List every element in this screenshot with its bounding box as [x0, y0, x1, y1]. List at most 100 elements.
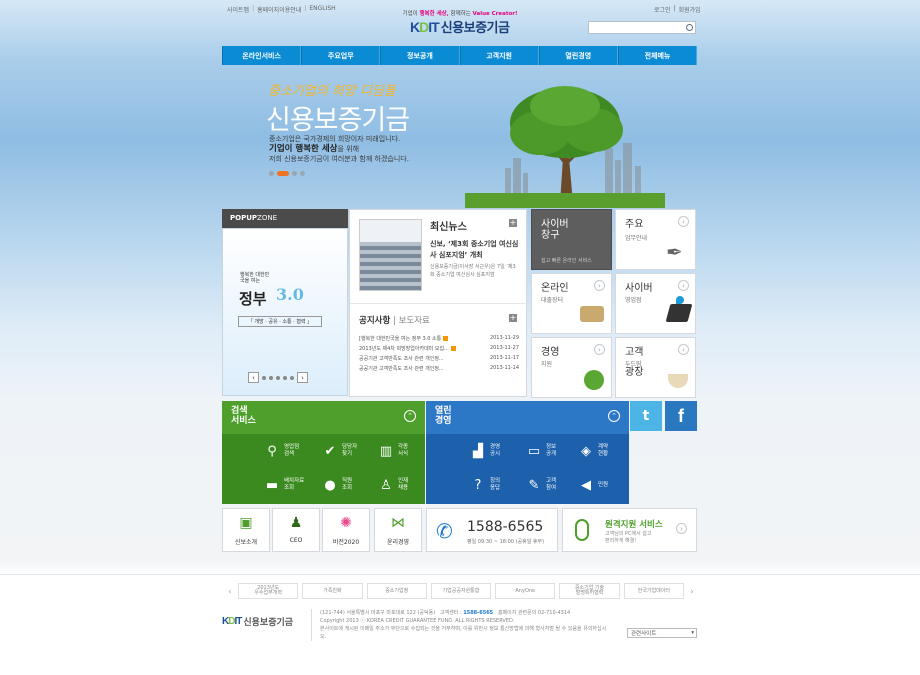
panel-title: 검색 서비스 [231, 406, 256, 426]
nav-open-management[interactable]: 열린경영 [538, 46, 618, 65]
slide-dot-active[interactable] [277, 171, 289, 176]
english-link[interactable]: ENGLISH [309, 5, 335, 14]
search-branch[interactable]: ⚲ 영업점 검색 [264, 443, 299, 459]
slide-dot[interactable] [292, 171, 297, 176]
notice-more-button[interactable]: + [509, 314, 517, 322]
notice-tabs: 공지사항 | 보도자료 [359, 316, 430, 326]
customer-participation[interactable]: ✎ 고객 참여 [526, 477, 557, 493]
popup-prev-button[interactable]: ‹ [248, 372, 259, 383]
user-links: 로그인 | 회원가입 [654, 5, 701, 14]
monitor-icon: ▭ [527, 443, 541, 459]
banner-link[interactable]: 기업공공자원통합 [430, 583, 492, 599]
staff-icon: ● [324, 477, 336, 493]
info-disclosure[interactable]: ▭ 정보 공개 [526, 443, 556, 459]
recruit-icon: ♙ [380, 477, 392, 493]
qa[interactable]: ? 칭의 응답 [470, 477, 501, 493]
popup-kicker: 행복한 대한민국을 여는 [240, 272, 270, 284]
remote-support[interactable]: 원격지원 서비스 고객님의 PC에서 쉽고 편리하게 해결! › [562, 508, 697, 552]
search-icon[interactable] [686, 24, 693, 31]
list-item[interactable]: [행복한 대한민국을 여는 정부 3.0 소통 2013-11-29 [359, 333, 519, 343]
quick-ceo[interactable]: ♟ CEO [272, 508, 320, 552]
list-item[interactable]: 2013년도 제4차 희망장업아카데미 모집... 2013-11-27 [359, 343, 519, 353]
popup-dot[interactable] [290, 375, 294, 380]
popup-zone-header: POPUPZONE [222, 209, 348, 228]
popup-dot[interactable] [283, 375, 287, 380]
tree-illustration-icon [465, 86, 665, 208]
arrow-right-icon: › [678, 280, 689, 291]
find-manager[interactable]: ✔ 담당자 찾기 [322, 443, 358, 459]
nav-online-service[interactable]: 온라인서비스 [222, 46, 302, 65]
tile-cyber-window[interactable]: 사이버 창구 쉽고 빠른 온라인 서비스 [531, 209, 612, 270]
arrow-right-icon: › [678, 216, 689, 227]
news-photo[interactable] [359, 219, 422, 291]
banner-link[interactable]: 2013년도 우수업무개혁 [238, 583, 299, 599]
civil-complaint[interactable]: ◀ 민원 [578, 477, 608, 493]
list-item[interactable]: 공공기관 고객만족도 조사 관련 개인정... 2013-11-14 [359, 363, 519, 373]
staff-lookup[interactable]: ● 직원 조회 [322, 477, 352, 493]
hero-slide-indicator [269, 171, 305, 176]
guide-link[interactable]: 홈페이지이용안내 [257, 5, 301, 14]
nav-all-menu[interactable]: 전체메뉴 [617, 46, 698, 65]
sitemap-link[interactable]: 사이트맵 [227, 5, 249, 14]
collapse-icon[interactable]: ⌃ [404, 410, 416, 422]
quick-vision[interactable]: ✺ 비전2020 [322, 508, 370, 552]
call-center[interactable]: ✆ 1588-6565 평일 09:30 ~ 18:00 (공휴일 휴무) [426, 508, 558, 552]
doc-badge-icon: ▣ [239, 515, 253, 531]
popup-dot[interactable] [269, 375, 273, 380]
banner-link[interactable]: 가족친화 [302, 583, 363, 599]
qa-icon: ? [474, 477, 482, 493]
banner-next-button[interactable]: › [688, 583, 696, 599]
slide-dot[interactable] [300, 171, 305, 176]
banner-link[interactable]: 한국기업데이터 [623, 583, 684, 599]
recruitment[interactable]: ♙ 인재 채용 [378, 477, 408, 493]
tile-main-business[interactable]: 주요 업무안내 › ✒ [615, 209, 696, 270]
remote-desc: 고객님의 PC에서 쉽고 편리하게 해결! [605, 531, 652, 544]
news-title[interactable]: 신보, ‘제3회 중소기업 여신심사 심포지엄’ 개최 [430, 239, 520, 261]
popup-dot[interactable] [276, 375, 280, 380]
search-input[interactable] [588, 21, 696, 34]
new-badge-icon [450, 345, 456, 351]
tab-press[interactable]: 보도자료 [399, 316, 430, 326]
login-link[interactable]: 로그인 [654, 5, 671, 14]
search-service-panel: 검색 서비스 ⌃ ⚲ 영업점 검색 ✔ 담당자 찾기 ▥ 각종 서식 ▬ 배치자료 조회… [222, 401, 425, 504]
slide-dot[interactable] [269, 171, 274, 176]
document-icon: ◈ [581, 443, 591, 459]
banner-prev-button[interactable]: ‹ [226, 583, 234, 599]
contract-status[interactable]: ◈ 계약 현황 [578, 443, 608, 459]
new-badge-icon [443, 335, 449, 341]
related-sites-select[interactable]: 관련사이트 ▾ [627, 628, 697, 638]
batch-data-lookup[interactable]: ▬ 배치자료 조회 [264, 477, 304, 493]
nav-info-disclosure[interactable]: 정보공개 [380, 46, 460, 65]
nav-main-business[interactable]: 주요업무 [301, 46, 381, 65]
banner-link[interactable]: 중소기업청 [366, 583, 427, 599]
quick-ethics[interactable]: ⋈ 윤리경영 [374, 508, 422, 552]
call-number: 1588-6565 [467, 519, 544, 535]
popup-next-button[interactable]: › [297, 372, 308, 383]
tab-notice[interactable]: 공지사항 [359, 316, 390, 326]
join-link[interactable]: 회원가입 [679, 5, 701, 14]
arrow-right-icon: › [594, 344, 605, 355]
twitter-icon[interactable]: t [630, 401, 662, 431]
tile-cyber-branch[interactable]: 사이버 영업점 › [615, 273, 696, 334]
nav-customer-support[interactable]: 고객지원 [459, 46, 539, 65]
footer-banners: ‹ 2013년도 우수업무개혁 가족친화 중소기업청 기업공공자원통합 AnyO… [226, 582, 696, 600]
list-item[interactable]: 공공기관 고객만족도 조사 관련 개인정... 2013-11-17 [359, 353, 519, 363]
banner-link[interactable]: AnyOne [495, 583, 556, 599]
popup-zone-banner[interactable] [222, 228, 348, 396]
tile-management-support[interactable]: 경영 지원 › [531, 337, 612, 398]
tile-customer-plaza[interactable]: 고객 두드림 광장 › [615, 337, 696, 398]
tile-online-loan[interactable]: 온라인 대출장터 › [531, 273, 612, 334]
megaphone-icon: ◀ [581, 477, 591, 493]
banner-link[interactable]: 중소기업 기술 발명특허협력 [559, 583, 620, 599]
popup-dot[interactable] [262, 375, 266, 380]
hero-slogan: 중소기업의 희망 디딤돌 [268, 84, 396, 99]
coins-icon [580, 306, 604, 322]
quick-company-intro[interactable]: ▣ 신보소개 [222, 508, 270, 552]
facebook-icon[interactable]: f [665, 401, 697, 431]
books-icon: ▥ [379, 443, 393, 459]
news-more-button[interactable]: + [509, 219, 517, 227]
collapse-icon[interactable]: ⌃ [608, 410, 620, 422]
forms[interactable]: ▥ 각종 서식 [378, 443, 408, 459]
management-disclosure[interactable]: ▟ 경영 공시 [470, 443, 500, 459]
site-logo[interactable]: KDIT 신용보증기금 [410, 17, 510, 37]
